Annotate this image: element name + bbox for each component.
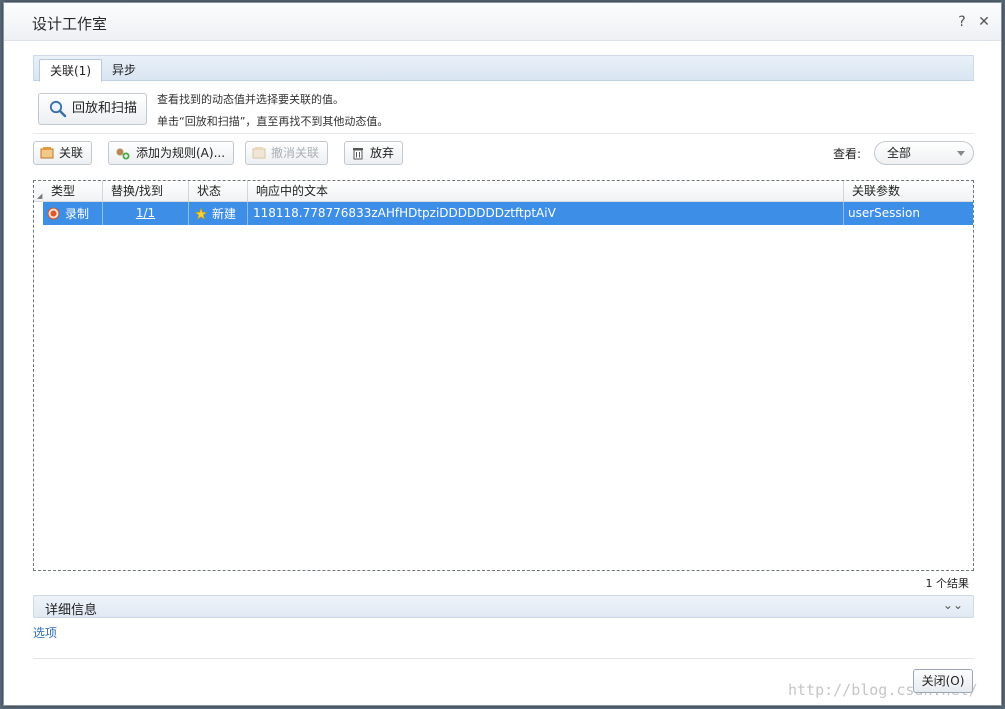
add-as-rule-button[interactable]: 添加为规则(A)... <box>108 141 235 165</box>
title-bar: 设计工作室 ? ✕ <box>4 3 1001 41</box>
correlation-grid: ◢ 类型 替换/找到 状态 响应中的文本 关联参数 录制 1/1 新建 1181… <box>33 180 974 571</box>
footer-separator <box>33 658 974 659</box>
cell-type-text: 录制 <box>65 206 90 221</box>
grid-header: ◢ 类型 替换/找到 状态 响应中的文本 关联参数 <box>34 181 973 202</box>
add-as-rule-label: 添加为规则(A)... <box>136 146 226 160</box>
correlate-button[interactable]: 关联 <box>33 141 93 165</box>
cell-status: 新建 <box>189 202 248 225</box>
tab-correlation[interactable]: 关联(1) <box>39 59 102 82</box>
scan-hint-line1: 查看找到的动态值并选择要关联的值。 <box>157 93 344 106</box>
discard-button[interactable]: 放弃 <box>344 141 404 165</box>
tab-strip: 关联(1) 异步 <box>33 55 974 82</box>
add-rule-icon <box>116 148 130 160</box>
column-header-correlation-param[interactable]: 关联参数 <box>844 181 973 202</box>
column-header-replaced-found[interactable]: 替换/找到 <box>103 181 189 202</box>
column-header-response-text[interactable]: 响应中的文本 <box>248 181 844 202</box>
dialog-title: 设计工作室 <box>32 15 108 33</box>
separator <box>33 133 974 134</box>
uncorrelate-label: 撤消关联 <box>271 146 320 160</box>
options-link[interactable]: 选项 <box>33 624 57 641</box>
magnifier-icon <box>49 100 67 118</box>
details-expander[interactable]: 详细信息 ⌄⌄ <box>33 595 974 618</box>
column-header-status[interactable]: 状态 <box>189 181 248 202</box>
record-icon <box>47 207 60 220</box>
close-icon[interactable]: ✕ <box>976 14 992 30</box>
tab-async[interactable]: 异步 <box>102 59 146 82</box>
chevron-down-icon <box>957 151 965 156</box>
cell-type: 录制 <box>43 202 103 225</box>
table-row[interactable]: 录制 1/1 新建 118118.778776833zAHfHDtpziDDDD… <box>43 202 973 225</box>
close-button[interactable]: 关闭(O) <box>913 669 973 693</box>
double-chevron-down-icon: ⌄⌄ <box>942 598 963 612</box>
correlate-icon <box>40 147 54 159</box>
trash-icon <box>353 148 363 160</box>
correlate-label: 关联 <box>59 146 84 160</box>
cell-replaced-found-link[interactable]: 1/1 <box>103 202 189 225</box>
sort-indicator-icon: ◢ <box>37 192 43 200</box>
replay-and-scan-label: 回放和扫描 <box>72 101 138 116</box>
cell-correlation-param: userSession <box>848 206 920 220</box>
scan-hint-line2: 单击“回放和扫描”，直至再找不到其他动态值。 <box>157 115 389 128</box>
column-header-type[interactable]: 类型 <box>43 181 103 202</box>
view-label: 查看: <box>833 147 862 161</box>
help-icon[interactable]: ? <box>954 14 970 30</box>
cell-status-text: 新建 <box>212 206 237 221</box>
discard-label: 放弃 <box>370 146 395 160</box>
replay-and-scan-button[interactable]: 回放和扫描 <box>38 93 148 125</box>
uncorrelate-button[interactable]: 撤消关联 <box>245 141 329 165</box>
design-studio-dialog: 设计工作室 ? ✕ 关联(1) 异步 回放和扫描 查看找到的动态值并选择要关联的… <box>3 2 1002 706</box>
result-count: 1 个结果 <box>925 577 970 590</box>
details-label: 详细信息 <box>45 603 98 618</box>
view-filter-value: 全部 <box>887 146 912 160</box>
view-filter-select[interactable]: 全部 <box>874 141 974 165</box>
uncorrelate-icon <box>252 147 266 159</box>
new-star-icon <box>195 207 207 220</box>
cell-response-text: 118118.778776833zAHfHDtpziDDDDDDDztftptA… <box>248 202 844 225</box>
